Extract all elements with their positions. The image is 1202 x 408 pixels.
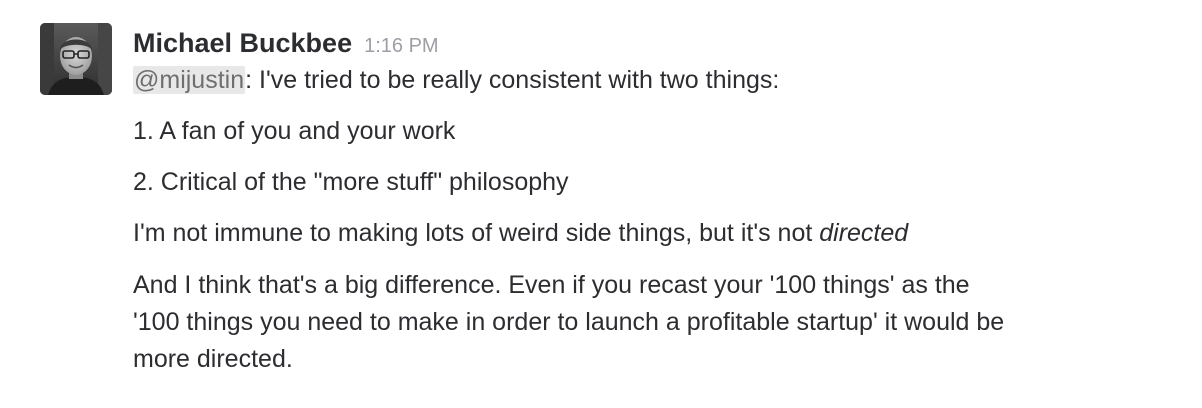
message-line-not-immune: I'm not immune to making lots of weird s…: [133, 216, 1183, 250]
sender-name[interactable]: Michael Buckbee: [133, 23, 352, 63]
user-avatar[interactable]: [40, 23, 112, 95]
message-header: Michael Buckbee 1:16 PM: [133, 23, 1183, 63]
message-timestamp[interactable]: 1:16 PM: [364, 35, 438, 58]
intro-text: : I've tried to be really consistent wit…: [245, 66, 780, 94]
list-item: 2. Critical of the "more stuff" philosop…: [133, 168, 569, 196]
message-paragraph-difference: And I think that's a big difference. Eve…: [133, 267, 1183, 378]
avatar-photo-icon: [40, 23, 112, 95]
message-content: Michael Buckbee 1:16 PM @mijustin: I've …: [133, 23, 1183, 378]
message-line-intro: @mijustin: I've tried to be really consi…: [133, 63, 1183, 97]
not-immune-text: I'm not immune to making lots of weird s…: [133, 219, 820, 247]
paragraph-line: '100 things you need to make in order to…: [133, 308, 1005, 336]
list-item: 1. A fan of you and your work: [133, 117, 456, 145]
chat-message: Michael Buckbee 1:16 PM @mijustin: I've …: [0, 0, 1202, 408]
paragraph-line: more directed.: [133, 345, 293, 373]
paragraph-line: And I think that's a big difference. Eve…: [133, 271, 970, 299]
message-body: @mijustin: I've tried to be really consi…: [133, 63, 1183, 378]
emphasis-text: directed: [819, 219, 909, 247]
user-mention[interactable]: @mijustin: [133, 66, 246, 94]
